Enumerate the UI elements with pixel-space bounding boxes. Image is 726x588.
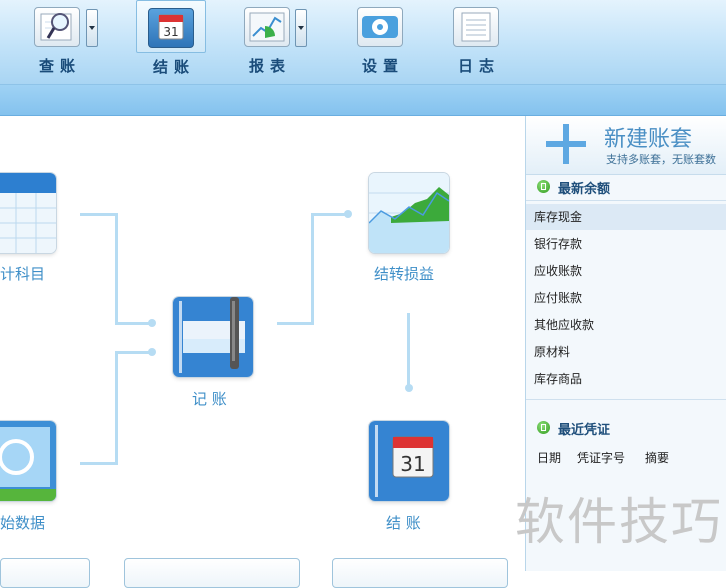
pen-ledger-icon [173, 297, 253, 377]
subject-setup-node[interactable] [0, 173, 56, 253]
voucher-column-header[interactable]: 摘要 [645, 449, 669, 466]
calendar-icon: 31 [148, 8, 194, 48]
watermark: 软件技巧 [515, 493, 723, 551]
account-item[interactable]: 银行存款 [526, 231, 726, 257]
ledger-icon [537, 421, 550, 434]
query-dropdown-toggle[interactable] [86, 9, 98, 47]
bottom-button[interactable] [332, 558, 508, 588]
opening-data-caption[interactable]: 始数据 [0, 512, 45, 533]
restore-icon [0, 421, 56, 501]
connector [277, 322, 314, 325]
connector-dot [148, 348, 156, 356]
connector [311, 213, 314, 325]
connector-dot [405, 384, 413, 392]
bookkeeping-node[interactable] [173, 297, 253, 377]
magnifier-ledger-icon [34, 7, 80, 47]
plus-icon [546, 124, 586, 164]
bottom-button[interactable] [0, 558, 90, 588]
connector [80, 213, 118, 216]
closing-caption[interactable]: 结 账 [386, 512, 421, 533]
account-item[interactable]: 其他应收款 [526, 312, 726, 338]
ledger-icon [537, 180, 550, 193]
account-item[interactable]: 应收账款 [526, 258, 726, 284]
connector [115, 351, 118, 465]
account-item[interactable]: 库存现金 [526, 204, 726, 230]
transfer-pl-caption[interactable]: 结转损益 [374, 263, 434, 284]
bottom-button[interactable] [124, 558, 300, 588]
area-chart-icon [369, 173, 449, 253]
account-item[interactable]: 原材料 [526, 339, 726, 365]
report-dropdown-toggle[interactable] [295, 9, 307, 47]
account-item[interactable]: 库存商品 [526, 366, 726, 392]
chart-icon [244, 7, 290, 47]
account-item[interactable]: 应付账款 [526, 285, 726, 311]
toolbar-label: 结账 [152, 58, 195, 76]
connector-dot [148, 319, 156, 327]
table-icon [0, 173, 56, 253]
voucher-section-title: 最近凭证 [558, 423, 611, 438]
toolbar-settings-button[interactable]: 设置 [345, 0, 415, 84]
main-toolbar: 查账 31 结账 报表 设置 日志 [0, 0, 726, 85]
toolbar-query-button[interactable]: 查账 [22, 0, 92, 84]
balance-section-header: 最新余额 [526, 174, 726, 200]
toolbar-label: 设置 [361, 57, 404, 75]
toolbar-report-button[interactable]: 报表 [232, 0, 302, 84]
voucher-section-header: 最近凭证 [526, 415, 726, 441]
transfer-pl-node[interactable] [369, 173, 449, 253]
balance-section-title: 最新余额 [558, 182, 611, 197]
toolbar-label: 查账 [38, 57, 81, 75]
calendar-icon: 31 [369, 421, 449, 501]
gear-icon [357, 7, 403, 47]
notepad-icon [453, 7, 499, 47]
subject-setup-caption[interactable]: 计科目 [0, 263, 45, 284]
toolbar-close-button[interactable]: 31 结账 [136, 0, 206, 76]
new-account-set-button[interactable]: 新建账套 支持多账套，无账套数 [526, 116, 726, 175]
new-account-set-title: 新建账套 [604, 127, 693, 152]
svg-text:31: 31 [163, 25, 178, 39]
closing-node[interactable]: 31 [369, 421, 449, 501]
connector [80, 462, 118, 465]
sub-toolbar [0, 85, 726, 116]
toolbar-log-button[interactable]: 日志 [441, 0, 511, 84]
connector [115, 213, 118, 325]
bookkeeping-caption[interactable]: 记 账 [192, 388, 227, 409]
connector [311, 213, 348, 216]
new-account-set-desc: 支持多账套，无账套数 [606, 153, 716, 166]
opening-data-node[interactable] [0, 421, 56, 501]
connector-dot [344, 210, 352, 218]
voucher-column-header[interactable]: 凭证字号 [577, 449, 625, 466]
svg-text:31: 31 [400, 452, 425, 476]
voucher-column-header[interactable]: 日期 [537, 449, 561, 466]
toolbar-label: 日志 [457, 57, 500, 75]
connector [407, 313, 410, 387]
toolbar-label: 报表 [248, 57, 291, 75]
workflow-panel: 计科目 始数据 记 账 结转损益 31 结 账 [0, 116, 526, 571]
